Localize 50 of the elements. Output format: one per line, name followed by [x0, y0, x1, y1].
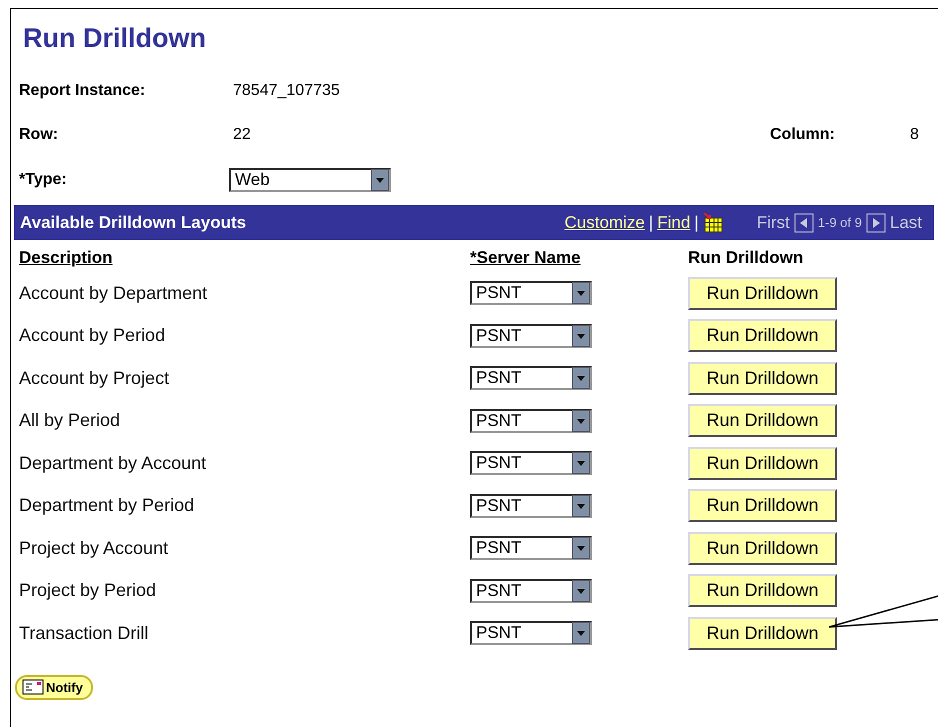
run-drilldown-button[interactable]: Run Drilldown — [688, 404, 837, 438]
run-drilldown-button[interactable]: Run Drilldown — [688, 489, 837, 522]
grid-link[interactable]: Find — [657, 212, 690, 232]
server-dropdown[interactable]: PSNT — [470, 621, 592, 646]
column-header: Run Drilldown — [688, 247, 804, 269]
layout-description: Department by Period — [19, 495, 194, 516]
page-title: Run Drilldown — [22, 22, 207, 55]
server-dropdown[interactable]: PSNT — [470, 494, 592, 518]
run-drilldown-button[interactable]: Run Drilldown — [688, 532, 837, 565]
server-dropdown[interactable]: PSNT — [470, 578, 592, 603]
column-header[interactable]: Description — [19, 246, 113, 270]
row-range: 1-9 of 9 — [818, 215, 862, 230]
previous-icon[interactable] — [794, 212, 814, 232]
field-label: Report Instance: — [19, 82, 146, 100]
field-value: 78547_107735 — [232, 82, 340, 100]
server-dropdown[interactable]: PSNT — [470, 451, 592, 476]
run-drilldown-button[interactable]: Run Drilldown — [688, 574, 837, 608]
link-separator: | — [694, 212, 699, 232]
run-drilldown-button[interactable]: Run Drilldown — [688, 616, 837, 650]
layout-description: All by Period — [19, 410, 120, 432]
column-header[interactable]: *Server Name — [470, 246, 581, 270]
server-dropdown[interactable]: PSNT — [470, 366, 592, 390]
layout-description: Transaction Drill — [19, 622, 148, 644]
grid-link[interactable]: Customize — [564, 212, 645, 232]
field-label: Column: — [770, 126, 835, 144]
grid-title: Available Drilldown Layouts — [20, 212, 248, 232]
notify-button[interactable]: Notify — [15, 674, 93, 700]
next-icon[interactable] — [866, 212, 886, 232]
field-label: Row: — [19, 126, 60, 144]
download-grid-icon[interactable] — [702, 212, 723, 232]
layout-description: Project by Account — [19, 538, 168, 559]
server-dropdown[interactable]: PSNT — [470, 324, 592, 348]
layout-description: Account by Project — [19, 368, 170, 389]
run-drilldown-button[interactable]: Run Drilldown — [688, 319, 837, 352]
run-drilldown-button[interactable]: Run Drilldown — [688, 362, 837, 395]
field-value: 8 — [910, 126, 919, 144]
run-drilldown-button[interactable]: Run Drilldown — [688, 446, 837, 480]
layout-description: Project by Period — [19, 580, 156, 602]
layout-description: Department by Account — [19, 452, 206, 474]
envelope-icon — [22, 679, 44, 695]
field-label: *Type: — [19, 171, 68, 189]
server-dropdown[interactable]: PSNT — [470, 408, 592, 433]
server-dropdown[interactable]: PSNT — [470, 281, 592, 306]
field-value: 22 — [232, 126, 251, 144]
layout-description: Account by Period — [19, 325, 166, 346]
run-drilldown-button[interactable]: Run Drilldown — [688, 276, 837, 310]
layout-description: Account by Department — [19, 282, 208, 304]
type-dropdown[interactable]: Web — [229, 168, 391, 192]
server-dropdown[interactable]: PSNT — [470, 536, 592, 560]
link-separator: | — [648, 212, 654, 232]
